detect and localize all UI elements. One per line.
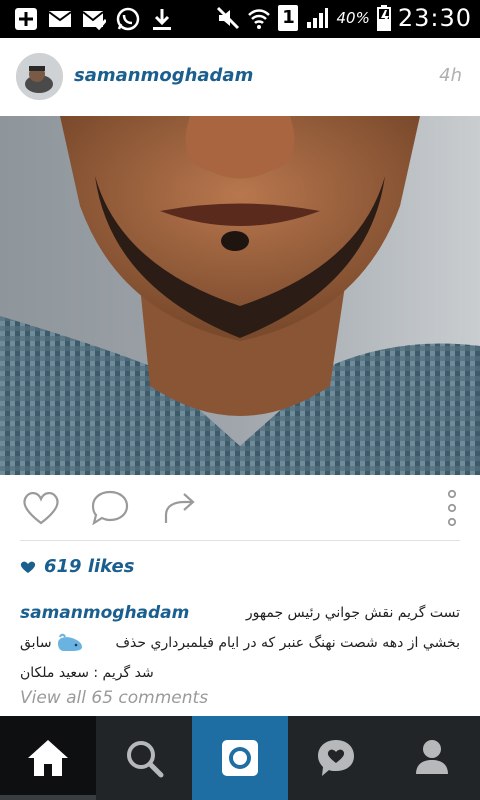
- post-header: samanmoghadam 4h: [0, 38, 480, 116]
- profile-icon: [416, 740, 448, 774]
- home-icon: [28, 740, 68, 776]
- clock: 23:30: [397, 4, 472, 32]
- post-photo[interactable]: [0, 116, 480, 475]
- nav-search[interactable]: [96, 716, 192, 800]
- caption-line: سابق بخشي از دهه شصت نهنگ عنبر كه در ايا…: [20, 628, 460, 658]
- caption-text: تست گريم نقش جواني رئيس جمهور: [245, 605, 460, 621]
- likes-row[interactable]: 619 likes: [20, 556, 134, 577]
- whatsapp-icon: [116, 7, 140, 31]
- bottom-nav: [0, 716, 480, 800]
- caption-text: سابق: [20, 635, 52, 651]
- post-username[interactable]: samanmoghadam: [74, 65, 253, 86]
- nav-active-indicator: [0, 795, 96, 800]
- nav-home[interactable]: [0, 716, 96, 800]
- caption-text: بخشي از دهه شصت نهنگ عنبر كه در ايام فيل…: [115, 635, 460, 651]
- wifi-icon: [248, 9, 271, 29]
- divider: [20, 540, 460, 541]
- nav-profile[interactable]: [384, 716, 480, 800]
- download-icon: [153, 9, 171, 30]
- share-arrow-icon[interactable]: [160, 489, 200, 527]
- comment-bubble-icon[interactable]: [90, 489, 130, 527]
- sim-icon: 1: [278, 5, 299, 31]
- whale-emoji-icon: [57, 633, 82, 651]
- mute-icon: [217, 6, 240, 30]
- like-heart-icon[interactable]: [20, 489, 62, 527]
- caption-username[interactable]: samanmoghadam: [20, 598, 189, 628]
- search-icon: [127, 741, 164, 778]
- battery-icon: [376, 5, 391, 31]
- nav-camera[interactable]: [192, 716, 288, 800]
- mail-icon: [48, 11, 72, 27]
- camera-icon: [222, 740, 258, 776]
- more-options-icon[interactable]: [444, 489, 460, 527]
- mail-check-icon: [82, 11, 106, 31]
- add-icon: [15, 8, 37, 30]
- activity-heart-icon: [318, 740, 354, 776]
- battery-percent: 40%: [336, 9, 370, 27]
- post-actions: [0, 475, 480, 541]
- post-time-ago: 4h: [439, 65, 462, 86]
- caption: samanmoghadam تست گريم نقش جواني رئيس جم…: [20, 598, 460, 688]
- caption-line: samanmoghadam تست گريم نقش جواني رئيس جم…: [20, 598, 460, 628]
- view-all-comments-link[interactable]: View all 65 comments: [20, 688, 208, 708]
- likes-count: 619 likes: [44, 556, 135, 577]
- caption-text: شد گريم : سعيد ملكان: [20, 665, 154, 681]
- caption-line: شد گريم : سعيد ملكان: [20, 658, 460, 688]
- nav-activity[interactable]: [288, 716, 384, 800]
- likes-heart-icon: [20, 561, 36, 573]
- avatar[interactable]: [16, 53, 63, 100]
- signal-icon: [307, 8, 329, 28]
- status-bar: 1 40% 23:30: [0, 0, 480, 38]
